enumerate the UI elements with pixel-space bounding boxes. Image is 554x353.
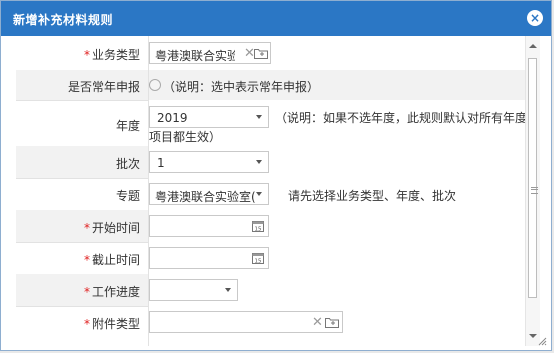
row-year: 年度 2019 （说明：如果不选年度，此规则默认对所有年度 项目都生效） bbox=[16, 100, 525, 147]
batch-label: 批次 bbox=[115, 157, 140, 171]
end-time-label-text: 截止时间 bbox=[91, 253, 140, 267]
required-mark: * bbox=[83, 317, 90, 331]
year-hint-line1: （说明：如果不选年度，此规则默认对所有年度 bbox=[275, 111, 525, 125]
folder-icon[interactable] bbox=[254, 48, 268, 59]
dialog-title: 新增补充材料规则 bbox=[13, 13, 114, 27]
end-time-label: * 截止时间 bbox=[16, 251, 140, 268]
start-time-label: * 开始时间 bbox=[16, 219, 140, 236]
business-type-field[interactable]: 粤港澳联合实验室 ✕ bbox=[149, 42, 271, 64]
topic-select[interactable]: 粤港澳联合实验室( bbox=[149, 183, 269, 205]
business-type-value: 粤港澳联合实验室 bbox=[155, 49, 235, 63]
chevron-down-icon bbox=[256, 115, 262, 119]
row-business-type: *业务类型 粤港澳联合实验室 ✕ bbox=[16, 36, 525, 71]
close-icon[interactable]: × bbox=[527, 10, 543, 26]
year-select[interactable]: 2019 bbox=[149, 106, 269, 128]
start-time-cell: 15 bbox=[148, 210, 525, 242]
resize-handle-icon[interactable] bbox=[537, 336, 547, 346]
vertical-scrollbar[interactable] bbox=[525, 36, 540, 346]
topic-label: 专题 bbox=[115, 189, 140, 203]
attachment-type-label: * 附件类型 bbox=[16, 315, 140, 332]
row-end-time: * 截止时间 15 bbox=[16, 242, 525, 275]
row-perennial: 是否常年申报 （说明：选中表示常年申报） bbox=[16, 70, 525, 101]
end-time-cell: 15 bbox=[148, 242, 525, 274]
perennial-cell: （说明：选中表示常年申报） bbox=[148, 70, 525, 100]
attachment-type-label-text: 附件类型 bbox=[91, 317, 140, 331]
year-value: 2019 bbox=[157, 111, 188, 125]
year-label: 年度 bbox=[115, 119, 140, 133]
svg-text:15: 15 bbox=[255, 259, 262, 265]
progress-label: * 工作进度 bbox=[16, 283, 140, 300]
attachment-type-field[interactable]: ✕ bbox=[149, 311, 343, 333]
chevron-down-icon bbox=[256, 192, 262, 196]
row-attachment-type: * 附件类型 ✕ bbox=[16, 306, 525, 346]
row-topic: 专题 粤港澳联合实验室( 请先选择业务类型、年度、批次 bbox=[16, 178, 525, 211]
chevron-down-icon bbox=[256, 160, 262, 164]
calendar-icon[interactable]: 15 bbox=[252, 252, 264, 264]
perennial-label: 是否常年申报 bbox=[67, 80, 140, 94]
topic-hint: 请先选择业务类型、年度、批次 bbox=[288, 189, 457, 203]
business-type-label: * 业务类型 bbox=[16, 46, 140, 63]
perennial-hint: （说明：选中表示常年申报） bbox=[163, 80, 320, 94]
form-body: *业务类型 粤港澳联合实验室 ✕ 是否常年申报 （说明：选中表示常年申报） 年度 bbox=[16, 36, 525, 346]
perennial-radio[interactable] bbox=[149, 79, 161, 91]
clear-icon[interactable]: ✕ bbox=[312, 316, 323, 329]
end-time-input[interactable]: 15 bbox=[149, 247, 269, 269]
row-progress: * 工作进度 bbox=[16, 274, 525, 307]
start-time-input[interactable]: 15 bbox=[149, 215, 269, 237]
row-start-time: * 开始时间 15 bbox=[16, 210, 525, 243]
topic-cell: 粤港澳联合实验室( 请先选择业务类型、年度、批次 bbox=[148, 178, 525, 210]
svg-text:15: 15 bbox=[255, 227, 262, 233]
year-hint-line2: 项目都生效） bbox=[149, 130, 222, 144]
calendar-icon[interactable]: 15 bbox=[252, 220, 264, 232]
start-time-label-text: 开始时间 bbox=[91, 221, 140, 235]
attachment-type-cell: ✕ bbox=[148, 306, 525, 346]
row-batch: 批次 1 bbox=[16, 146, 525, 179]
batch-cell: 1 bbox=[148, 146, 525, 178]
batch-value: 1 bbox=[157, 156, 165, 170]
required-mark: * bbox=[83, 253, 90, 267]
year-cell: 2019 （说明：如果不选年度，此规则默认对所有年度 项目都生效） bbox=[148, 100, 525, 146]
required-mark: * bbox=[83, 285, 90, 299]
topic-value: 粤港澳联合实验室( bbox=[155, 190, 255, 204]
add-material-rule-dialog: 新增补充材料规则 × *业务类型 粤港澳联合实验室 ✕ 是否常年申报 （说明：选… bbox=[0, 0, 552, 351]
batch-select[interactable]: 1 bbox=[149, 151, 269, 173]
scroll-down-icon[interactable] bbox=[529, 334, 537, 338]
required-mark: * bbox=[83, 48, 90, 62]
progress-cell bbox=[148, 274, 525, 306]
grip-icon bbox=[531, 187, 538, 194]
scroll-up-icon[interactable] bbox=[529, 44, 537, 48]
scrollbar-thumb[interactable] bbox=[528, 58, 538, 298]
folder-icon[interactable] bbox=[325, 317, 339, 328]
progress-label-text: 工作进度 bbox=[91, 285, 140, 299]
business-type-cell: 粤港澳联合实验室 ✕ bbox=[148, 36, 525, 70]
chevron-down-icon bbox=[225, 288, 231, 292]
progress-select[interactable] bbox=[149, 279, 238, 301]
required-mark: * bbox=[83, 221, 90, 235]
business-type-label-text: 业务类型 bbox=[91, 48, 140, 62]
dialog-titlebar[interactable]: 新增补充材料规则 × bbox=[1, 1, 551, 36]
